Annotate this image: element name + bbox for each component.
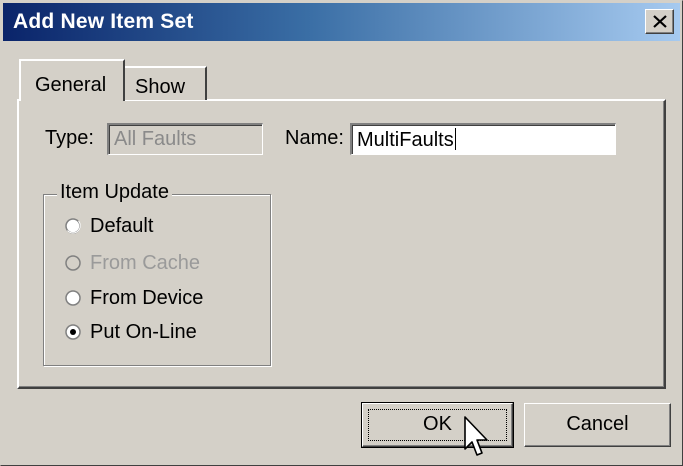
radio-put-on-line[interactable]: Put On-Line (65, 319, 197, 345)
tab-general-label: General (35, 74, 107, 96)
text-caret (454, 128, 456, 150)
title-bar[interactable]: Add New Item Set (3, 3, 680, 41)
radio-from-cache-label: From Cache (90, 251, 201, 274)
radio-from-device[interactable]: From Device (65, 285, 203, 311)
window-title: Add New Item Set (13, 10, 194, 33)
type-label: Type: (45, 127, 94, 149)
radio-button-icon (65, 290, 81, 306)
close-icon (653, 15, 667, 28)
name-label: Name: (285, 127, 344, 149)
type-value: All Faults (114, 128, 197, 150)
type-field: All Faults (107, 123, 263, 155)
radio-default-label: Default (90, 214, 154, 237)
cancel-button-label: Cancel (566, 413, 629, 435)
dialog-window: Add New Item Set General Show Type: All … (0, 0, 683, 466)
radio-button-icon (65, 218, 81, 234)
name-input[interactable]: MultiFaults (350, 123, 616, 155)
tab-show[interactable]: Show (125, 66, 207, 100)
tab-general[interactable]: General (19, 59, 125, 101)
name-value: MultiFaults (357, 129, 454, 151)
item-update-legend: Item Update (57, 181, 172, 204)
radio-put-on-line-label: Put On-Line (90, 320, 197, 343)
radio-from-cache: From Cache (65, 250, 200, 276)
mouse-pointer-icon (464, 416, 488, 456)
radio-from-device-label: From Device (90, 286, 204, 309)
radio-button-checked-icon (65, 324, 81, 340)
tab-show-label: Show (135, 76, 186, 98)
close-button[interactable] (645, 9, 674, 34)
radio-default[interactable]: Default (65, 213, 153, 239)
cancel-button[interactable]: Cancel (524, 403, 671, 447)
radio-button-icon (65, 255, 81, 271)
